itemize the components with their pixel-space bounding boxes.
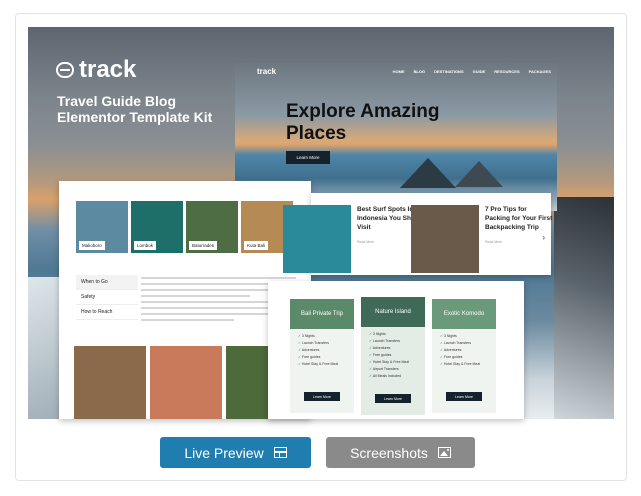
blog-post-image: [283, 205, 351, 273]
blog-post: Best Surf Spots In Indonesia You Should …: [283, 205, 425, 273]
guide-menu-item: How to Reach: [76, 305, 138, 320]
site-hero-title: Explore Amazing Places: [286, 101, 440, 144]
image-icon: [437, 447, 451, 458]
package-button: Learn More: [375, 394, 411, 403]
guide-menu-item: When to Go: [76, 275, 138, 290]
destination-name: Kuta Bali: [244, 241, 269, 250]
package-card: Bali Private Trip 3 NightsLaunch Transfer…: [290, 299, 354, 413]
package-card: Nature Island 3 NightsLaunch TransfersAdv…: [361, 297, 425, 415]
site-nav-item: GUIDE: [472, 69, 486, 74]
package-features: 3 NightsLaunch TransfersAdventuresFree g…: [432, 333, 496, 368]
site-nav-item: RESOURCES: [494, 69, 520, 74]
destination-thumbnail: Baturraden: [186, 201, 238, 253]
package-feature: Adventures: [440, 347, 496, 354]
package-feature: Adventures: [369, 345, 425, 352]
packages-panel: Bali Private Trip3 NightsLaunch Transfer…: [268, 281, 524, 419]
brand-logo: track: [56, 56, 136, 84]
package-button: Learn More: [304, 392, 340, 401]
package-button: Learn More: [446, 392, 482, 401]
destination-thumbnail: Malioboro: [76, 201, 128, 253]
site-nav-item: BLOG: [413, 69, 426, 74]
package-card: Exotic Komodo 3 NightsLaunch TransfersAdv…: [432, 299, 496, 413]
package-feature: 3 Nights: [298, 333, 354, 340]
guide-menu-item: Safety: [76, 290, 138, 305]
site-hero-button: Learn More: [286, 151, 330, 164]
blog-post: 7 Pro Tips for Packing for Your First Ba…: [411, 205, 553, 273]
package-name: Bali Private Trip: [290, 299, 354, 329]
package-feature: Launch Transfers: [298, 340, 354, 347]
gallery-photo: [150, 346, 222, 419]
package-feature: Adventures: [298, 347, 354, 354]
site-nav-item: PACKAGES: [528, 69, 551, 74]
layout-grid-icon: [273, 447, 287, 458]
brand-name: track: [79, 56, 137, 83]
rock-decoration: [554, 197, 614, 419]
package-feature: Free guides: [440, 354, 496, 361]
blog-post-image: [411, 205, 479, 273]
track-logo-icon: [56, 62, 74, 78]
blog-post-title: 7 Pro Tips for Packing for Your First Ba…: [485, 206, 553, 231]
package-feature: Hotel Stay & Free Meal: [440, 361, 496, 368]
package-feature: Launch Transfers: [440, 340, 496, 347]
site-logo: track: [257, 67, 277, 76]
destination-thumbnail: Lombok: [131, 201, 183, 253]
package-feature: 3 Nights: [369, 331, 425, 338]
guide-menu: When to Go Safety How to Reach: [76, 275, 138, 320]
package-feature: Free guides: [298, 354, 354, 361]
live-preview-label: Live Preview: [184, 444, 264, 461]
package-feature: All Meals Included: [369, 373, 425, 380]
package-feature: Hotel Stay & Free Meal: [298, 361, 354, 368]
site-nav-item: DESTINATIONS: [434, 69, 464, 74]
package-feature: Airport Transfers: [369, 366, 425, 373]
package-features: 3 NightsLaunch TransfersAdventuresFree g…: [290, 333, 354, 368]
site-nav-item: HOME: [392, 69, 405, 74]
live-preview-button[interactable]: Live Preview: [160, 437, 311, 468]
package-name: Exotic Komodo: [432, 299, 496, 329]
destination-name: Lombok: [134, 241, 157, 250]
package-features: 3 NightsLaunch TransfersAdventuresFree g…: [361, 331, 425, 380]
chevron-right-icon: ›: [542, 233, 545, 242]
site-nav-menu: HOME BLOG DESTINATIONS GUIDE RESOURCES P…: [393, 69, 551, 74]
template-tagline: Travel Guide Blog Elementor Template Kit: [57, 93, 213, 125]
screenshots-label: Screenshots: [350, 444, 428, 461]
package-feature: Hotel Stay & Free Meal: [369, 359, 425, 366]
package-feature: 3 Nights: [440, 333, 496, 340]
destination-name: Baturraden: [189, 241, 218, 250]
tent-decoration: [455, 161, 503, 187]
tent-decoration: [400, 158, 456, 188]
screenshots-button[interactable]: Screenshots: [326, 437, 475, 468]
package-feature: Free guides: [369, 352, 425, 359]
gallery-photo: [74, 346, 146, 419]
package-name: Nature Island: [361, 297, 425, 327]
blog-posts-panel: Best Surf Spots In Indonesia You Should …: [283, 193, 553, 275]
package-feature: Launch Transfers: [369, 338, 425, 345]
destination-name: Malioboro: [79, 241, 105, 250]
